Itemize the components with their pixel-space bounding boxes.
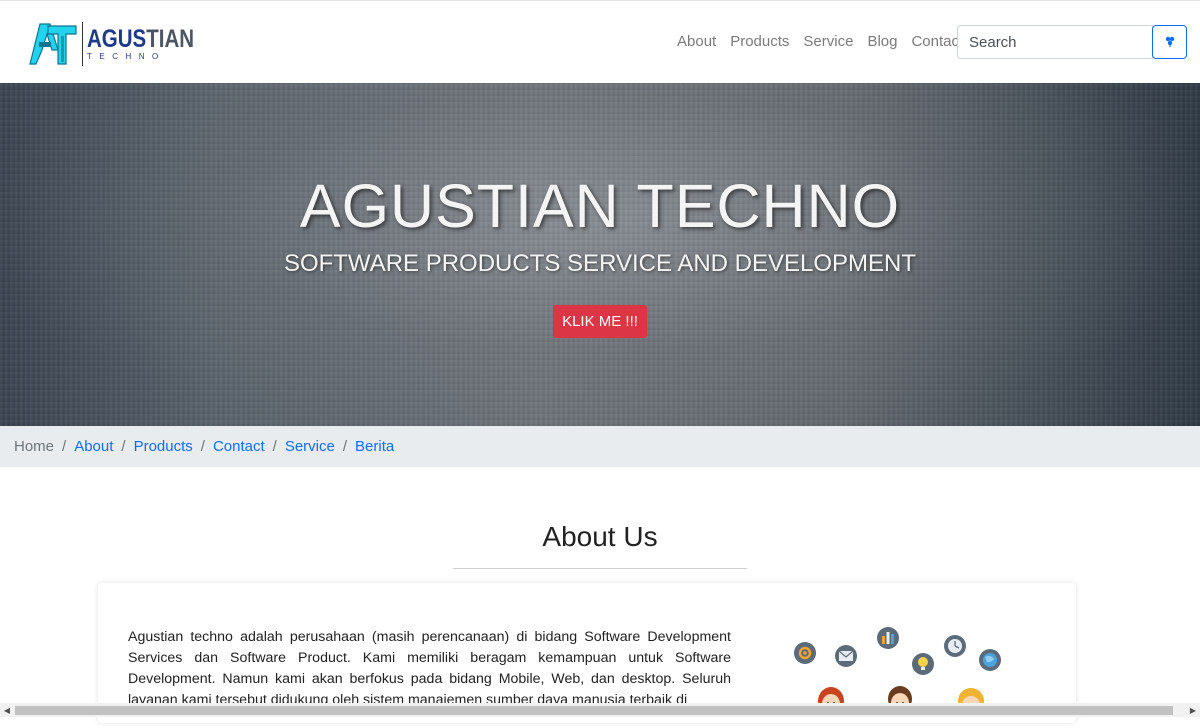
- hero-banner: AGUSTIAN TECHNO SOFTWARE PRODUCTS SERVIC…: [0, 83, 1200, 426]
- horizontal-scrollbar[interactable]: ◀ ▶: [0, 703, 1200, 717]
- breadcrumb-separator: /: [121, 438, 126, 455]
- bulb-badge-icon: [912, 653, 934, 675]
- brand-logo[interactable]: AGUSTIAN TECHNO: [28, 20, 218, 68]
- chart-badge-icon: [877, 627, 899, 649]
- breadcrumb-berita[interactable]: Berita: [355, 438, 394, 455]
- hero-subtitle: SOFTWARE PRODUCTS SERVICE AND DEVELOPMEN…: [283, 250, 917, 277]
- nav-link-about[interactable]: About: [670, 31, 723, 53]
- breadcrumb-products[interactable]: Products: [134, 438, 193, 455]
- brand-divider: [82, 22, 83, 66]
- at-monogram-logo-icon: [28, 20, 78, 68]
- about-divider: [453, 568, 747, 569]
- nav-link-blog[interactable]: Blog: [860, 31, 904, 53]
- breadcrumb-home[interactable]: Home: [14, 438, 54, 455]
- about-us-heading: About Us: [542, 521, 658, 552]
- breadcrumb-separator: /: [200, 438, 205, 455]
- brand-name: AGUSTIAN: [87, 26, 194, 52]
- nav-links: About Products Service Blog Contact: [670, 31, 970, 53]
- brand-name-part2: TIAN: [146, 25, 195, 53]
- klik-me-button[interactable]: KLIK ME !!!: [553, 305, 647, 338]
- scroll-left-icon[interactable]: ◀: [0, 703, 14, 717]
- search-icon: [1164, 34, 1176, 50]
- breadcrumb-service[interactable]: Service: [285, 438, 335, 455]
- brand-subtitle: TECHNO: [87, 52, 166, 61]
- search-button[interactable]: [1152, 25, 1187, 59]
- breadcrumb-contact[interactable]: Contact: [213, 438, 265, 455]
- scrollbar-thumb[interactable]: [15, 706, 1173, 715]
- brand-name-part1: AGUS: [87, 25, 147, 53]
- clock-badge-icon: [944, 635, 966, 657]
- navbar: AGUSTIAN TECHNO About Products Service B…: [0, 0, 1200, 83]
- about-card: Agustian techno adalah perusahaan (masih…: [98, 583, 1076, 723]
- breadcrumb-separator: /: [62, 438, 67, 455]
- nav-link-products[interactable]: Products: [723, 31, 796, 53]
- hero-title: AGUSTIAN TECHNO: [299, 172, 901, 240]
- brand-text: AGUSTIAN TECHNO: [87, 26, 218, 62]
- nav-link-service[interactable]: Service: [796, 31, 860, 53]
- scroll-right-icon[interactable]: ▶: [1186, 703, 1200, 717]
- gear-badge-icon: [794, 642, 816, 664]
- globe-badge-icon: [979, 649, 1001, 671]
- about-paragraph: Agustian techno adalah perusahaan (masih…: [128, 629, 731, 708]
- breadcrumb-separator: /: [272, 438, 277, 455]
- breadcrumb-about[interactable]: About: [74, 438, 113, 455]
- search-input[interactable]: [957, 25, 1153, 59]
- mail-badge-icon: [835, 645, 857, 667]
- breadcrumb-separator: /: [342, 438, 348, 455]
- breadcrumb: Home / About / Products / Contact / Serv…: [0, 426, 1200, 467]
